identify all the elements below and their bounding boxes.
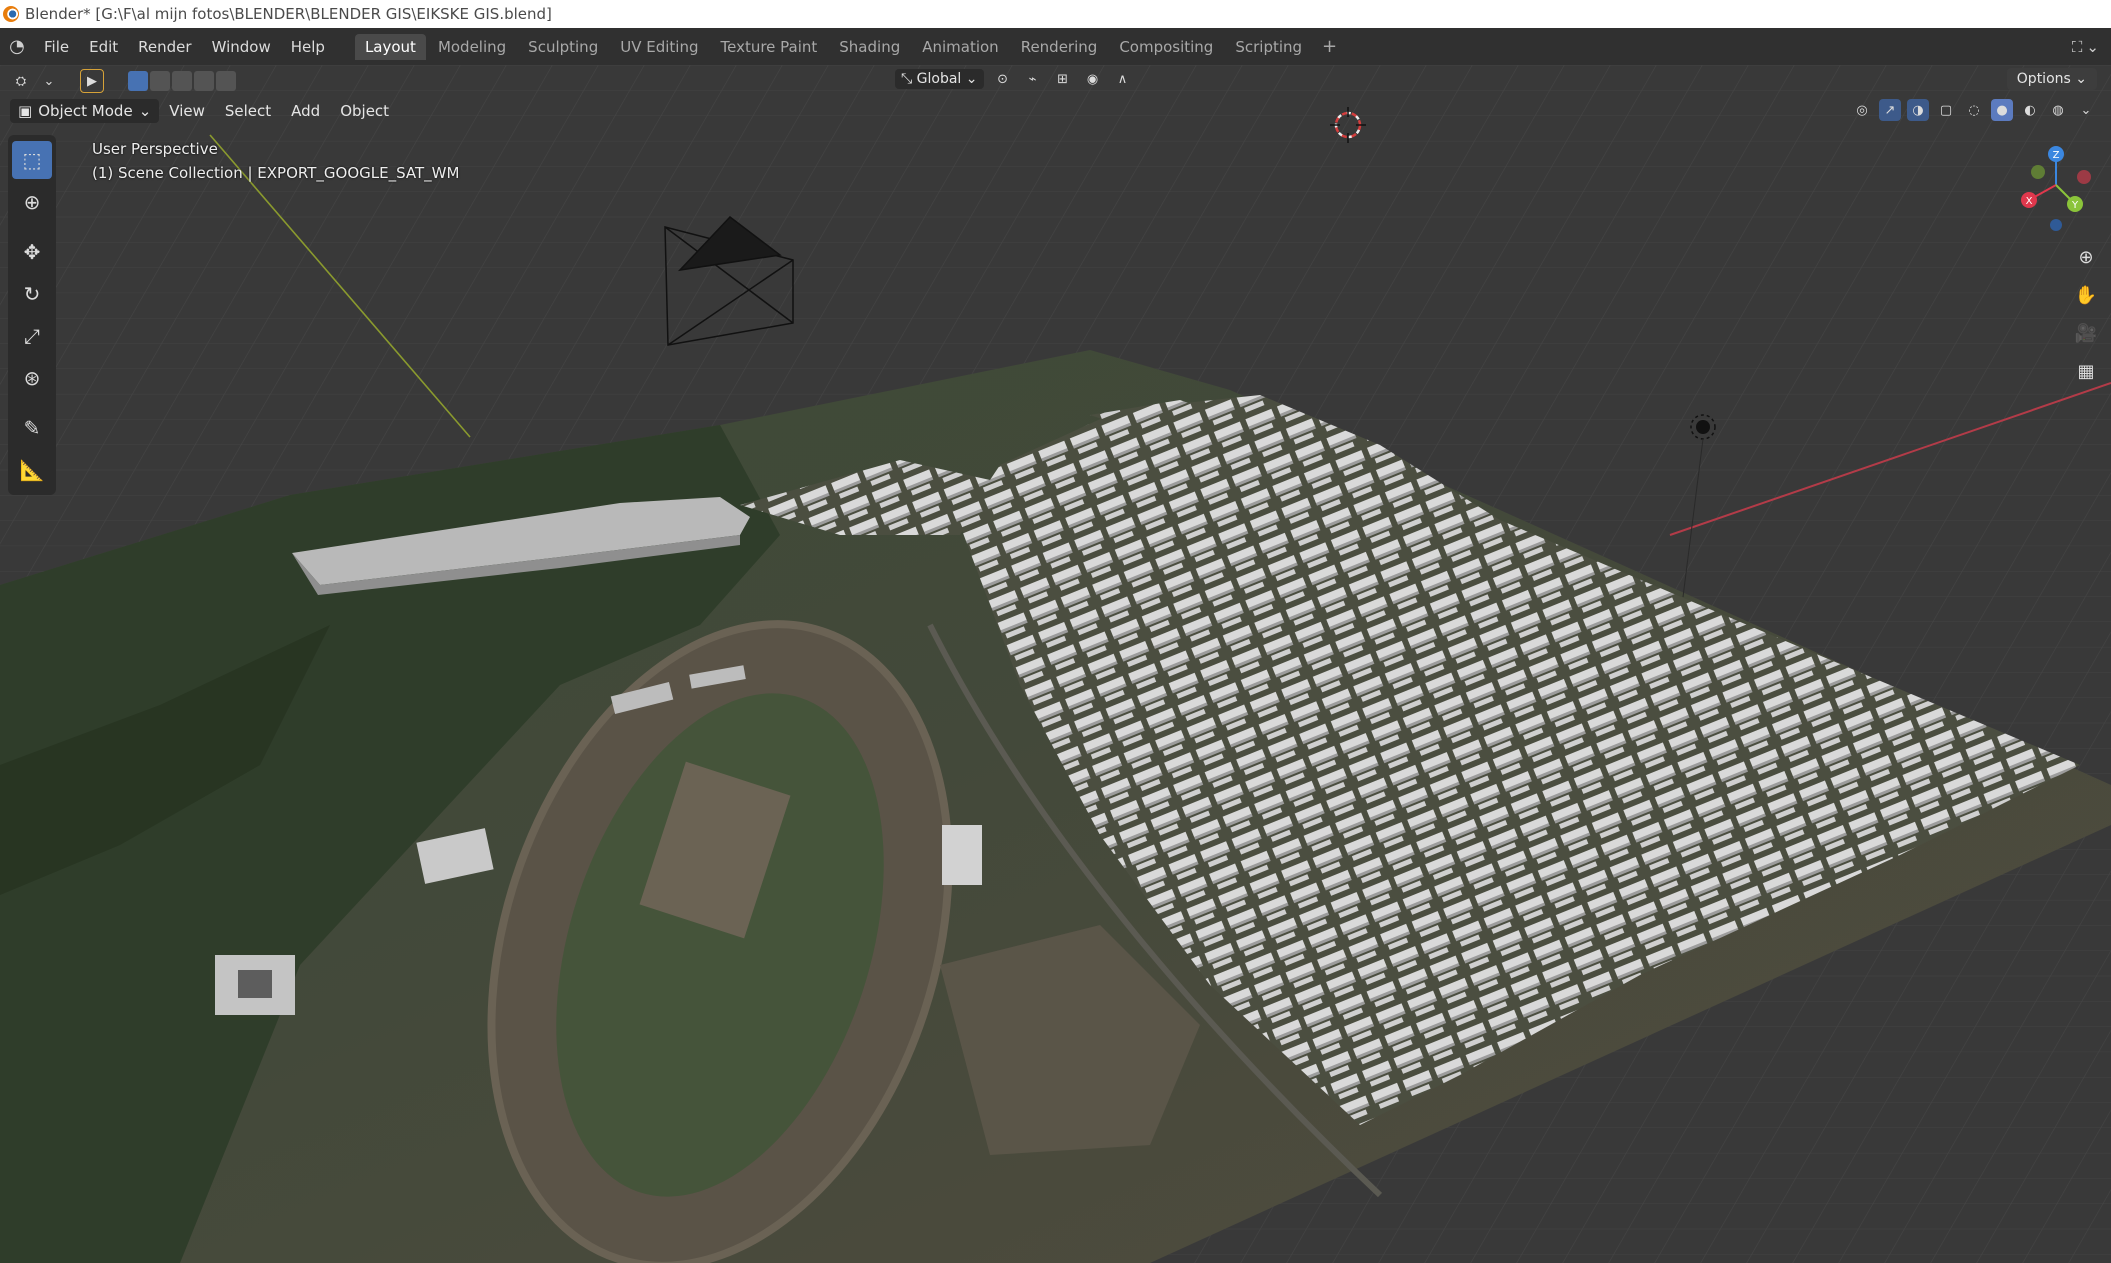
menu-view[interactable]: View [159, 102, 215, 120]
menu-render[interactable]: Render [128, 38, 201, 56]
tab-rendering[interactable]: Rendering [1011, 34, 1108, 60]
proportional-edit-icon[interactable]: ◉ [1082, 68, 1104, 90]
scale-icon[interactable]: ⤢ [12, 317, 52, 355]
blender-menu-icon[interactable]: ◔ [0, 36, 34, 57]
menu-help[interactable]: Help [281, 38, 335, 56]
chevron-down-icon: ⌄ [138, 102, 152, 120]
scene-icon: ⛶ [2071, 37, 2083, 56]
object-mode-label: Object Mode [38, 102, 133, 120]
editor-type-icon[interactable]: ⛭ [10, 70, 32, 92]
zoom-icon[interactable]: ⊕ [2071, 242, 2101, 272]
viewport-info-overlay: User Perspective (1) Scene Collection | … [92, 137, 459, 185]
gizmo-toggle-icon[interactable]: ↗ [1879, 99, 1901, 121]
snap-target-icon[interactable]: ⊞ [1052, 68, 1074, 90]
chevron-down-icon: ⌄ [43, 73, 55, 89]
rotate-icon[interactable]: ↻ [12, 275, 52, 313]
xray-toggle-icon[interactable]: ▢ [1935, 99, 1957, 121]
window-titlebar: Blender* [G:\F\al mijn fotos\BLENDER\BLE… [0, 0, 2111, 28]
snap-icon[interactable]: ⌁ [1022, 68, 1044, 90]
menu-object[interactable]: Object [330, 102, 399, 120]
material-shading-icon[interactable]: ◐ [2019, 99, 2041, 121]
select-intersect-icon[interactable] [216, 71, 236, 91]
tab-uv-editing[interactable]: UV Editing [610, 34, 708, 60]
chevron-down-icon[interactable]: ⌄ [2075, 99, 2097, 121]
3d-viewport[interactable] [0, 65, 2111, 1263]
selection-mode-buttons [128, 71, 236, 91]
chevron-down-icon: ⌄ [2086, 37, 2099, 56]
chevron-down-icon: ⌄ [965, 71, 978, 87]
viewport-header: ▣ Object Mode ⌄ View Select Add Object ◎… [0, 97, 2111, 125]
top-menubar: ◔ File Edit Render Window Help Layout Mo… [0, 28, 2111, 65]
select-subtract-icon[interactable] [172, 71, 192, 91]
tab-layout[interactable]: Layout [354, 33, 426, 60]
viewport-scene [0, 65, 2111, 1263]
scene-selector[interactable]: ⛶ ⌄ [2072, 38, 2099, 56]
add-workspace-button[interactable]: + [1314, 36, 1345, 57]
tool-shelf: ⬚ ⊕ ✥ ↻ ⤢ ⊛ ✎ 📐 [8, 135, 56, 495]
object-mode-icon: ▣ [18, 102, 33, 120]
shading-controls: ◎ ↗ ◑ ▢ ◌ ● ◐ ◍ ⌄ [1851, 99, 2097, 121]
window-title: Blender* [G:\F\al mijn fotos\BLENDER\BLE… [25, 5, 552, 23]
tab-shading[interactable]: Shading [829, 34, 910, 60]
transform-icon[interactable]: ⊛ [12, 359, 52, 397]
tab-sculpting[interactable]: Sculpting [518, 34, 608, 60]
orientation-icon: ⤡ [901, 71, 917, 87]
workspace-tabs: Layout Modeling Sculpting UV Editing Tex… [354, 33, 1345, 60]
collection-label: (1) Scene Collection | EXPORT_GOOGLE_SAT… [92, 164, 460, 182]
overlays-toggle-icon[interactable]: ◑ [1907, 99, 1929, 121]
tab-compositing[interactable]: Compositing [1109, 34, 1223, 60]
tool-header: ⛭ ⌄ ▶ ⤡ Global ⌄ ⊙ ⌁ ⊞ ◉ ∧ Options ⌄ [0, 65, 2111, 97]
tab-modeling[interactable]: Modeling [428, 34, 516, 60]
tab-texture-paint[interactable]: Texture Paint [710, 34, 827, 60]
menu-file[interactable]: File [34, 38, 79, 56]
transform-orientation-value: Global [916, 71, 962, 87]
solid-shading-icon[interactable]: ● [1991, 99, 2013, 121]
transform-orientation-dropdown[interactable]: ⤡ Global ⌄ [895, 69, 984, 89]
navigation-gizmo[interactable]: Z X Y [2011, 140, 2101, 240]
select-extend-icon[interactable] [150, 71, 170, 91]
object-mode-dropdown[interactable]: ▣ Object Mode ⌄ [10, 99, 160, 123]
rendered-shading-icon[interactable]: ◍ [2047, 99, 2069, 121]
falloff-icon[interactable]: ∧ [1112, 68, 1134, 90]
menu-window[interactable]: Window [202, 38, 281, 56]
tab-animation[interactable]: Animation [912, 34, 1008, 60]
blender-logo-icon [3, 6, 19, 22]
select-new-icon[interactable] [128, 71, 148, 91]
tab-scripting[interactable]: Scripting [1225, 34, 1312, 60]
z-axis-label: Z [2053, 150, 2060, 161]
cursor-icon[interactable]: ⊕ [12, 183, 52, 221]
ortho-toggle-icon[interactable]: ▦ [2071, 356, 2101, 386]
options-label: Options [2016, 71, 2071, 87]
pivot-point-icon[interactable]: ⊙ [992, 68, 1014, 90]
annotate-icon[interactable]: ✎ [12, 409, 52, 447]
camera-view-icon[interactable]: 🎥 [2071, 318, 2101, 348]
menu-select[interactable]: Select [215, 102, 281, 120]
select-difference-icon[interactable] [194, 71, 214, 91]
pan-hand-icon[interactable]: ✋ [2071, 280, 2101, 310]
menu-add[interactable]: Add [281, 102, 330, 120]
measure-icon[interactable]: 📐 [12, 451, 52, 489]
visibility-icon[interactable]: ◎ [1851, 99, 1873, 121]
menu-edit[interactable]: Edit [79, 38, 128, 56]
options-dropdown[interactable]: Options ⌄ [2006, 68, 2097, 90]
move-icon[interactable]: ✥ [12, 233, 52, 271]
perspective-label: User Perspective [92, 140, 218, 158]
select-box-icon[interactable]: ⬚ [12, 141, 52, 179]
transform-tools: ⤡ Global ⌄ ⊙ ⌁ ⊞ ◉ ∧ [895, 68, 1134, 90]
x-axis-label: X [2026, 196, 2033, 207]
wireframe-shading-icon[interactable]: ◌ [1963, 99, 1985, 121]
y-axis-label: Y [2071, 200, 2079, 211]
active-tool-icon[interactable]: ▶ [80, 69, 104, 93]
